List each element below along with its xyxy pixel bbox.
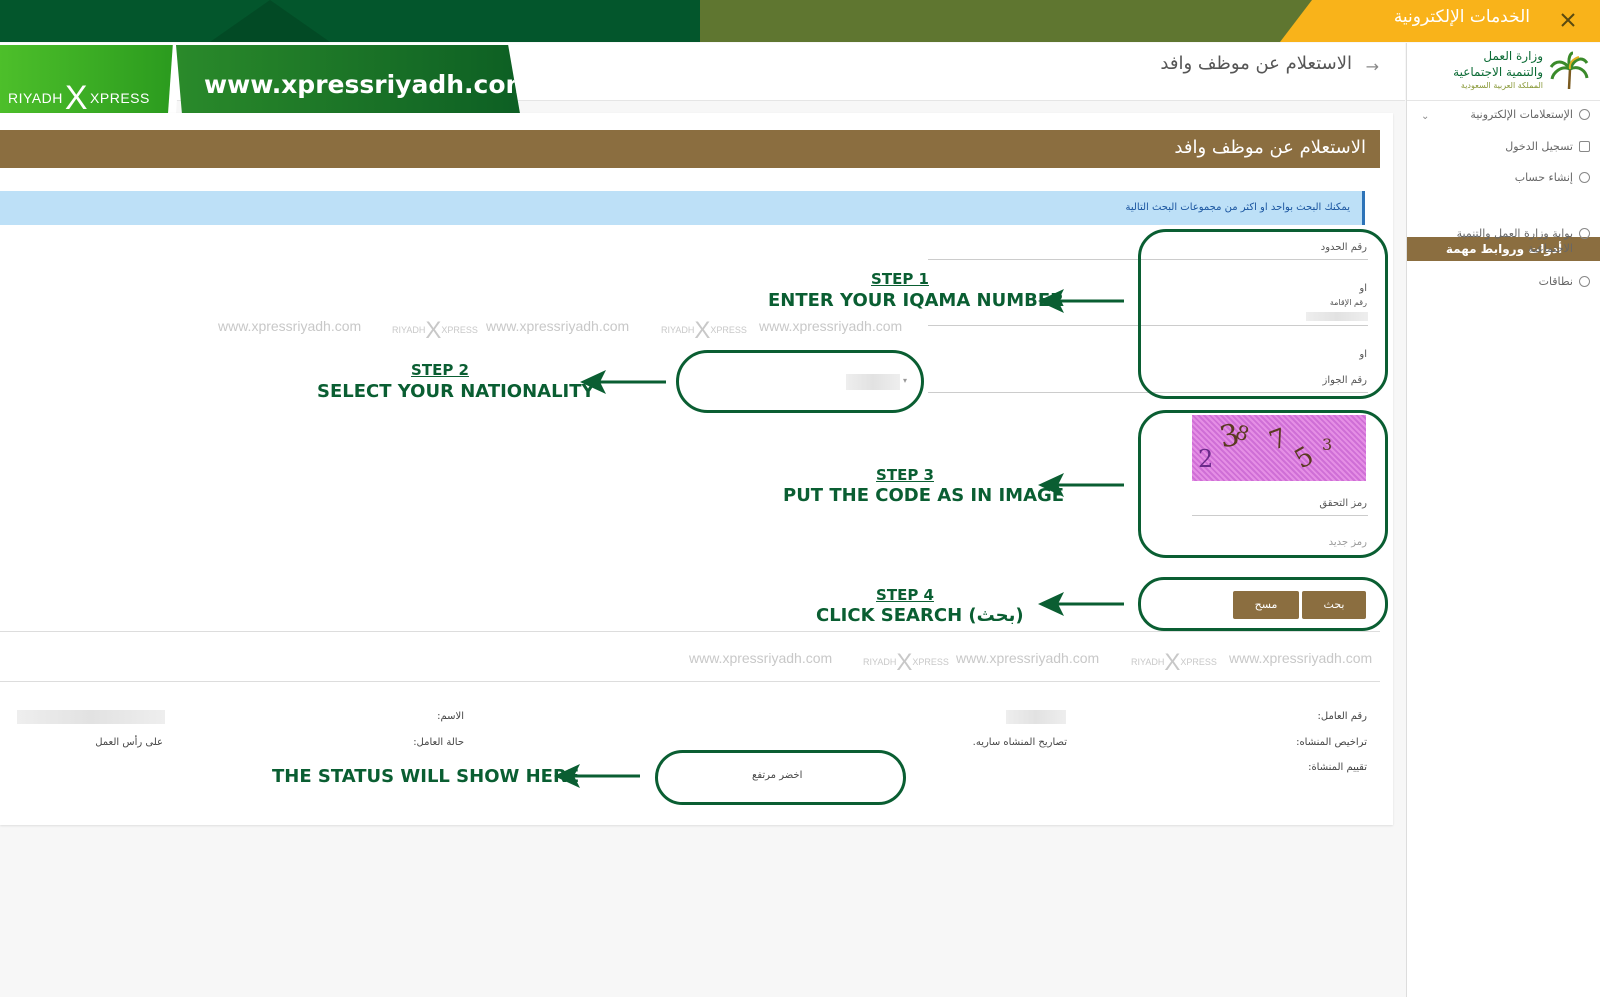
worker-status-value: على رأس العمل	[95, 737, 163, 748]
step3-highlight	[1138, 410, 1388, 558]
name-label: الاسم:	[437, 711, 464, 722]
step1-desc: ENTER YOUR IQAMA NUMBER	[768, 290, 1065, 311]
status-highlight	[655, 750, 906, 805]
kingdom-name: المملكة العربية السعودية	[1460, 81, 1543, 90]
sidebar-link-nitaqat[interactable]: نطاقات	[1539, 275, 1590, 288]
step1-highlight	[1138, 229, 1388, 399]
watermark-logo: RIYADHXXPRESS	[1131, 649, 1217, 676]
establishment-licenses-label: تراخيص المنشاه:	[1296, 737, 1367, 748]
sidebar-item-e-inquiries[interactable]: الإستعلامات الإلكترونية	[1470, 108, 1590, 121]
step2-highlight	[676, 350, 924, 413]
close-icon[interactable]	[1556, 8, 1580, 32]
name-value	[17, 710, 165, 724]
ministry-name-line2: والتنمية الاجتماعية	[1453, 65, 1543, 79]
info-alert: يمكنك البحث بواحد او اكثر من مجموعات الب…	[0, 191, 1365, 225]
watermark-url: www.xpressriyadh.com	[689, 650, 833, 666]
sidebar: وزارة العمل والتنمية الاجتماعية المملكة …	[1406, 43, 1600, 997]
logo-text-right: XPRESS	[90, 90, 150, 106]
chevron-down-icon[interactable]: ⌄	[1421, 111, 1429, 122]
worker-status-label: حالة العامل:	[413, 737, 464, 748]
worker-number-value	[1006, 710, 1066, 724]
step4-title: STEP 4	[876, 586, 934, 604]
top-bar: الخدمات الإلكترونية	[0, 0, 1600, 42]
ministry-logo[interactable]: وزارة العمل والتنمية الاجتماعية المملكة …	[1407, 43, 1600, 101]
watermark-url: www.xpressriyadh.com	[956, 650, 1100, 666]
sidebar-item-label: نطاقات	[1538, 275, 1573, 288]
step2-desc: SELECT YOUR NATIONALITY	[317, 381, 595, 402]
arrow-left-icon	[554, 764, 640, 788]
worker-number-label: رقم العامل:	[1317, 711, 1367, 722]
content-title: الاستعلام عن موظف وافد	[0, 130, 1380, 168]
sidebar-item-login[interactable]: تسجيل الدخول	[1505, 140, 1590, 153]
gears-icon	[1579, 109, 1590, 120]
globe-icon	[1579, 228, 1590, 239]
login-icon	[1579, 141, 1590, 152]
arrow-right-icon[interactable]: →	[1366, 57, 1379, 76]
watermark-url: www.xpressriyadh.com	[218, 318, 362, 334]
step3-title: STEP 3	[876, 466, 934, 484]
watermark-logo: RIYADHXXPRESS	[863, 649, 949, 676]
watermark-logo: RIYADHXXPRESS	[392, 317, 478, 344]
step1-title: STEP 1	[871, 270, 929, 288]
page-title: الاستعلام عن موظف وافد	[1160, 53, 1352, 74]
logo-text-left: RIYADH	[8, 90, 63, 106]
sidebar-item-label: الإستعلامات الإلكترونية	[1470, 108, 1573, 121]
arrow-left-icon	[1038, 592, 1124, 616]
watermark-url: www.xpressriyadh.com	[759, 318, 903, 334]
ministry-name-line1: وزارة العمل	[1483, 49, 1543, 63]
establishment-rating-label: تقييم المنشاة:	[1308, 762, 1367, 773]
sidebar-item-create-account[interactable]: إنشاء حساب	[1515, 171, 1590, 184]
top-bar-olive-band	[700, 0, 1340, 42]
sidebar-link-ministry-portal[interactable]: بوابة وزارة العمل والتنمية الاجتماعية	[1440, 226, 1590, 256]
plus-circle-icon	[1579, 172, 1590, 183]
sidebar-item-label: إنشاء حساب	[1514, 171, 1573, 184]
watermark-logo: RIYADHXXPRESS	[661, 317, 747, 344]
arrow-left-icon	[580, 370, 666, 394]
step4-desc: CLICK SEARCH (بحث)	[816, 605, 1024, 626]
step2-title: STEP 2	[411, 361, 469, 379]
establishment-permits-value: تصاريح المنشاه ساريه.	[972, 737, 1067, 748]
divider	[0, 681, 1380, 682]
divider	[0, 631, 1380, 632]
arrow-left-icon	[1038, 473, 1124, 497]
sidebar-item-label: تسجيل الدخول	[1505, 140, 1573, 153]
watermark-url: www.xpressriyadh.com	[1229, 650, 1373, 666]
plus-circle-icon	[1579, 276, 1590, 287]
sidebar-item-label: بوابة وزارة العمل والتنمية الاجتماعية	[1456, 227, 1573, 255]
palm-tree-icon	[1549, 51, 1589, 90]
logo-x: X	[64, 79, 89, 117]
step3-desc: PUT THE CODE AS IN IMAGE	[783, 485, 1065, 506]
arrow-left-icon	[1038, 289, 1124, 313]
page: الخدمات الإلكترونية الاستعلام عن موظف وا…	[0, 0, 1600, 997]
status-note: THE STATUS WILL SHOW HERE	[272, 766, 580, 787]
top-bar-decoration	[210, 0, 330, 42]
watermark-url: www.xpressriyadh.com	[486, 318, 630, 334]
eservices-title: الخدمات الإلكترونية	[1393, 7, 1530, 27]
step4-highlight	[1138, 577, 1388, 631]
